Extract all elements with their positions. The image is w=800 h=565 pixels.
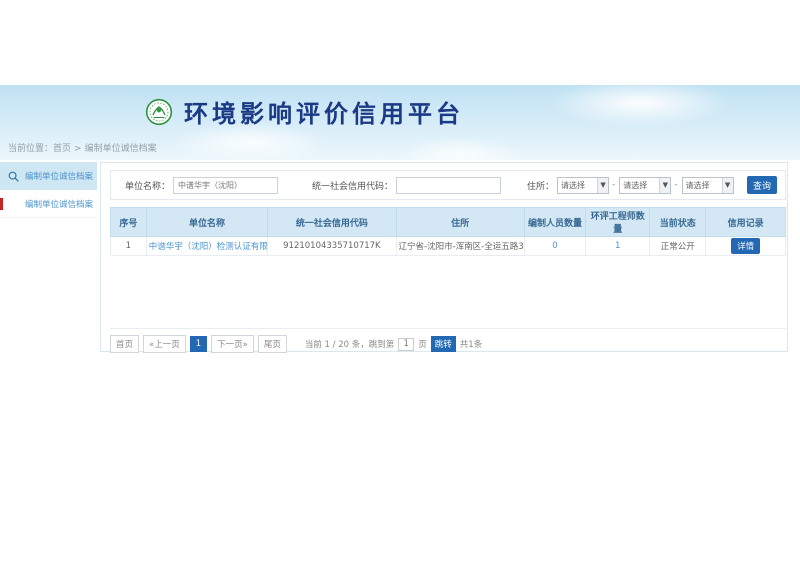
last-page-button[interactable]: 尾页 <box>258 335 287 353</box>
province-select-value: 请选择 <box>561 180 585 191</box>
page-title: 环境影响评价信用平台 <box>184 94 464 129</box>
col-header-status: 当前状态 <box>650 208 706 237</box>
page-number-button[interactable]: 1 <box>190 336 207 352</box>
detail-button[interactable]: 详情 <box>731 238 760 254</box>
table-header-row: 序号 单位名称 统一社会信用代码 住所 编制人员数量 环评工程师数量 当前状态 … <box>111 208 786 237</box>
pagination: 首页 «上一页 1 下一页» 尾页 当前 1 / 20 条，跳到第 页 跳转 共… <box>110 328 786 353</box>
sidebar-item-label: 编制单位诚信档案 <box>25 170 93 182</box>
search-person-icon <box>8 171 19 182</box>
address-label: 住所： <box>527 179 554 192</box>
staff-count-link[interactable]: 0 <box>552 241 557 251</box>
district-select[interactable]: 请选择 ▼ <box>682 177 734 194</box>
breadcrumb: 当前位置：首页>编制单位诚信档案 <box>8 141 157 154</box>
col-header-credit-code: 统一社会信用代码 <box>268 208 396 237</box>
unit-name-label: 单位名称： <box>125 179 170 192</box>
mee-logo-icon <box>145 98 173 126</box>
breadcrumb-separator: > <box>74 144 82 154</box>
sidebar-item-label: 编制单位诚信档案 <box>25 198 93 210</box>
page-suffix-label: 页 <box>418 338 427 350</box>
city-select-value: 请选择 <box>623 180 647 191</box>
engineer-count-link[interactable]: 1 <box>615 241 620 251</box>
city-select[interactable]: 请选择 ▼ <box>619 177 671 194</box>
next-page-button[interactable]: 下一页» <box>211 335 254 353</box>
address-cell: 辽宁省-沈阳市-浑南区-全运五路35-1号楼902 <box>396 237 524 256</box>
jump-page-input[interactable] <box>398 338 414 351</box>
credit-code-label: 统一社会信用代码： <box>312 179 393 192</box>
total-count-label: 共1条 <box>460 338 482 350</box>
results-table: 序号 单位名称 统一社会信用代码 住所 编制人员数量 环评工程师数量 当前状态 … <box>110 207 786 256</box>
breadcrumb-home-link[interactable]: 首页 <box>53 144 71 154</box>
jump-button[interactable]: 跳转 <box>431 336 456 352</box>
table-row: 1 中谱华宇（沈阳）检测认证有限公司 91210104335710717K 辽宁… <box>111 237 786 256</box>
page: 环境影响评价信用平台 当前位置：首页>编制单位诚信档案 编制单位诚信档案 编制单… <box>0 0 800 565</box>
credit-code-input[interactable] <box>396 177 501 194</box>
sidebar-item-archive-header[interactable]: 编制单位诚信档案 <box>0 162 97 190</box>
active-item-marker <box>0 198 3 210</box>
pagination-info: 当前 1 / 20 条，跳到第 <box>305 338 394 350</box>
select-separator: - <box>674 180 677 190</box>
district-select-value: 请选择 <box>686 180 710 191</box>
col-header-engineer-count: 环评工程师数量 <box>586 208 650 237</box>
brand: 环境影响评价信用平台 <box>145 94 464 129</box>
unit-name-link[interactable]: 中谱华宇（沈阳）检测认证有限公司 <box>149 242 268 252</box>
prev-page-button[interactable]: «上一页 <box>143 335 186 353</box>
chevron-down-icon: ▼ <box>659 178 670 193</box>
breadcrumb-current: 编制单位诚信档案 <box>85 144 157 154</box>
province-select[interactable]: 请选择 ▼ <box>557 177 609 194</box>
chevron-down-icon: ▼ <box>722 178 733 193</box>
status-cell: 正常公开 <box>650 237 706 256</box>
col-header-credit-record: 信用记录 <box>706 208 786 237</box>
select-separator: - <box>612 180 615 190</box>
col-header-address: 住所 <box>396 208 524 237</box>
first-page-button[interactable]: 首页 <box>110 335 139 353</box>
chevron-down-icon: ▼ <box>597 178 608 193</box>
sidebar-item-archive[interactable]: 编制单位诚信档案 <box>0 190 97 218</box>
query-button[interactable]: 查询 <box>747 176 777 194</box>
breadcrumb-label: 当前位置： <box>8 144 53 154</box>
search-form: 单位名称： 统一社会信用代码： 住所： 请选择 ▼ - 请选择 ▼ - 请选择 … <box>110 170 786 200</box>
col-header-index: 序号 <box>111 208 147 237</box>
unit-name-input[interactable] <box>173 177 278 194</box>
col-header-unit-name: 单位名称 <box>146 208 268 237</box>
row-index: 1 <box>111 237 147 256</box>
col-header-staff-count: 编制人员数量 <box>524 208 585 237</box>
credit-code-cell: 91210104335710717K <box>268 237 396 256</box>
